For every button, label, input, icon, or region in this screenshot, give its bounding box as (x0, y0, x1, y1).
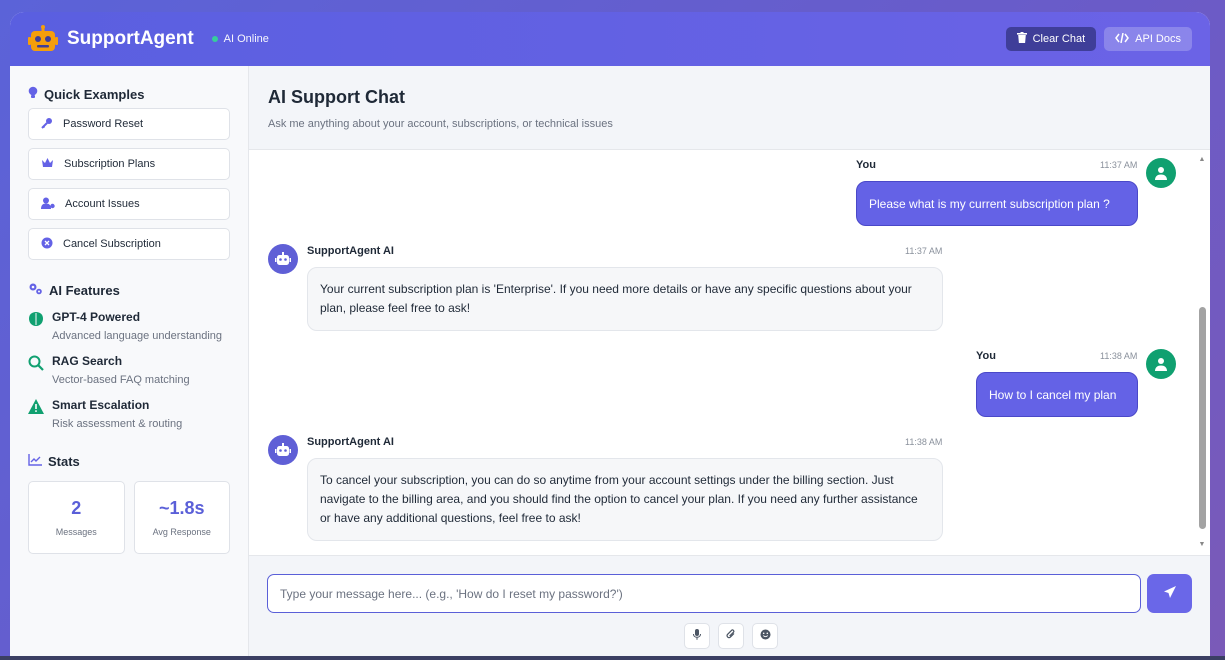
emoji-button[interactable] (752, 623, 778, 649)
robot-logo-icon (28, 24, 58, 54)
warning-icon (28, 399, 44, 415)
header: SupportAgent AI Online Clear Chat API Do… (10, 12, 1210, 66)
user-message-bubble: Please what is my current subscription p… (856, 181, 1138, 226)
user-avatar-icon (1146, 349, 1176, 379)
chat-subtitle: Ask me anything about your account, subs… (268, 118, 613, 130)
composer-tools (684, 623, 778, 649)
user-cog-icon (41, 197, 55, 212)
brain-icon (28, 311, 44, 327)
feature-rag-search: RAG Search Vector-based FAQ matching (28, 354, 230, 386)
message-sender: You (976, 350, 996, 362)
microphone-icon (693, 627, 701, 645)
code-icon (1115, 32, 1130, 46)
gears-icon (28, 282, 43, 298)
message-time: 11:37 AM (1100, 160, 1138, 170)
feature-name: Smart Escalation (52, 398, 150, 412)
example-account-issues[interactable]: Account Issues (28, 188, 230, 220)
window-bottom-edge (0, 656, 1225, 660)
brand-name: SupportAgent (67, 28, 194, 49)
send-button[interactable] (1147, 574, 1192, 613)
quick-examples-title: Quick Examples (44, 86, 145, 102)
example-subscription-plans[interactable]: Subscription Plans (28, 148, 230, 180)
message-sender: You (856, 159, 876, 171)
attach-button[interactable] (718, 623, 744, 649)
stats-heading: Stats (28, 454, 230, 469)
search-icon (28, 355, 44, 371)
feature-gpt4: GPT-4 Powered Advanced language understa… (28, 310, 230, 342)
clear-chat-label: Clear Chat (1032, 33, 1086, 45)
example-label: Cancel Subscription (63, 238, 161, 250)
example-label: Password Reset (63, 118, 144, 130)
sidebar: Quick Examples Password Reset Subscripti… (10, 66, 249, 660)
chat-header: AI Support Chat Ask me anything about yo… (249, 66, 1210, 150)
message-sender: SupportAgent AI (307, 245, 394, 257)
feature-name: RAG Search (52, 354, 123, 368)
feature-name: GPT-4 Powered (52, 310, 141, 324)
scroll-down-icon[interactable]: ▼ (1198, 541, 1206, 549)
composer (249, 555, 1210, 660)
quick-examples-heading: Quick Examples (28, 86, 230, 102)
scroll-up-icon[interactable]: ▲ (1198, 156, 1206, 164)
online-dot-icon (211, 36, 218, 42)
ai-features-heading: AI Features (28, 282, 230, 298)
feature-smart-escalation: Smart Escalation Risk assessment & routi… (28, 398, 230, 430)
paperclip-icon (726, 627, 736, 645)
message-list[interactable]: You 11:37 AM Please what is my current s… (249, 150, 1210, 555)
bot-message-bubble: To cancel your subscription, you can do … (307, 458, 943, 541)
lightbulb-icon (28, 86, 38, 102)
trash-icon (1016, 32, 1027, 46)
microphone-button[interactable] (684, 623, 710, 649)
chart-line-icon (28, 454, 42, 469)
app-window: SupportAgent AI Online Clear Chat API Do… (10, 12, 1210, 660)
ai-features-title: AI Features (49, 282, 120, 298)
api-docs-label: API Docs (1135, 33, 1181, 45)
examples-list: Password Reset Subscription Plans Accoun… (28, 108, 230, 260)
stat-value: 2 (71, 498, 82, 518)
feature-desc: Advanced language understanding (52, 330, 223, 342)
clear-chat-button[interactable]: Clear Chat (1005, 27, 1097, 51)
message-sender: SupportAgent AI (307, 436, 394, 448)
bot-message-bubble: Your current subscription plan is 'Enter… (307, 267, 943, 331)
api-docs-button[interactable]: API Docs (1104, 27, 1192, 51)
user-message-bubble: How to I cancel my plan (976, 372, 1138, 417)
example-label: Account Issues (65, 198, 140, 210)
send-icon (1163, 586, 1176, 601)
cancel-circle-icon (41, 237, 53, 252)
scrollbar[interactable]: ▲ ▼ (1198, 150, 1206, 555)
message-time: 11:37 AM (905, 246, 943, 256)
chat-title: AI Support Chat (268, 87, 405, 107)
bot-avatar-icon (268, 244, 298, 274)
feature-desc: Vector-based FAQ matching (52, 374, 190, 386)
stat-messages: 2 Messages (28, 481, 125, 554)
bot-avatar-icon (268, 435, 298, 465)
stats-cards: 2 Messages ~1.8s Avg Response (28, 481, 230, 554)
scrollbar-thumb[interactable] (1199, 307, 1206, 529)
stat-value: ~1.8s (158, 498, 205, 518)
crown-icon (41, 157, 54, 171)
example-cancel-subscription[interactable]: Cancel Subscription (28, 228, 230, 260)
example-label: Subscription Plans (64, 158, 156, 170)
chat-panel: AI Support Chat Ask me anything about yo… (249, 66, 1210, 660)
online-status: AI Online (211, 33, 269, 45)
header-actions: Clear Chat API Docs (1005, 27, 1192, 51)
message-input[interactable] (267, 574, 1141, 613)
status-label: AI Online (223, 33, 269, 45)
feature-desc: Risk assessment & routing (52, 418, 183, 430)
stat-label: Avg Response (152, 527, 211, 537)
message-time: 11:38 AM (1100, 351, 1138, 361)
user-avatar-icon (1146, 158, 1176, 188)
stat-label: Messages (55, 527, 97, 537)
example-password-reset[interactable]: Password Reset (28, 108, 230, 140)
stat-avg-response: ~1.8s Avg Response (133, 481, 230, 554)
message-time: 11:38 AM (905, 437, 943, 447)
stats-title: Stats (48, 454, 80, 469)
smile-icon (760, 627, 771, 645)
key-icon (41, 117, 53, 132)
